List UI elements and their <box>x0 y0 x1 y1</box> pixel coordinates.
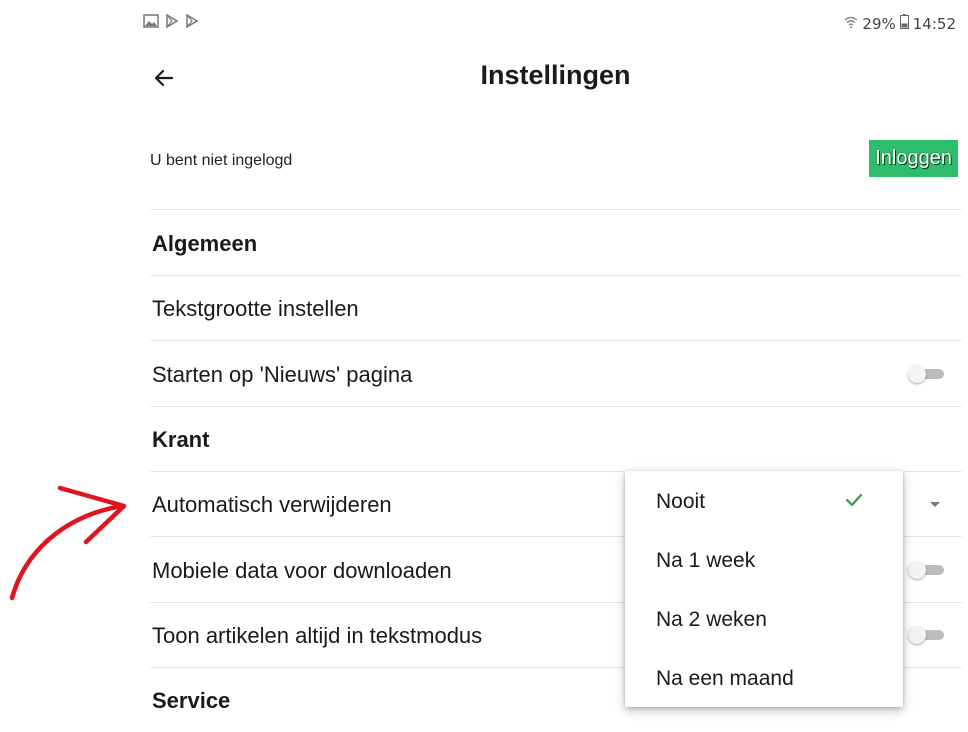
setting-text-size[interactable]: Tekstgrootte instellen <box>150 276 962 340</box>
chevron-down-icon[interactable] <box>930 502 940 507</box>
checkmark-icon <box>845 493 863 512</box>
battery-percentage: 29% <box>862 14 896 33</box>
mobile-data-toggle[interactable] <box>908 561 944 579</box>
section-header-general: Algemeen <box>150 211 962 275</box>
divider <box>150 340 962 341</box>
menu-item-label: Nooit <box>656 490 706 513</box>
play-store-icon <box>165 14 179 28</box>
setting-label: Starten op 'Nieuws' pagina <box>152 362 413 387</box>
wifi-icon <box>844 15 858 33</box>
app-bar: Instellingen <box>0 50 968 106</box>
menu-item-label: Na een maand <box>656 667 794 690</box>
login-status-text: U bent niet ingelogd <box>150 152 293 169</box>
setting-start-news[interactable]: Starten op 'Nieuws' pagina <box>150 342 962 406</box>
setting-label: Toon artikelen altijd in tekstmodus <box>152 623 483 648</box>
menu-item-label: Na 2 weken <box>656 608 767 631</box>
section-title: Algemeen <box>152 231 258 256</box>
text-mode-toggle[interactable] <box>908 626 944 644</box>
divider <box>150 209 962 210</box>
system-status: 29% 14:52 <box>844 14 956 33</box>
account-row: U bent niet ingelogd Inloggen <box>150 132 960 192</box>
toggle-thumb <box>908 626 926 644</box>
play-store-icon <box>185 14 199 28</box>
menu-item-label: Na 1 week <box>656 549 756 572</box>
toggle-thumb <box>908 365 926 383</box>
section-header-newspaper: Krant <box>150 407 962 471</box>
image-icon <box>143 14 159 28</box>
section-title: Service <box>152 688 231 713</box>
menu-item-month[interactable]: Na een maand <box>625 650 903 708</box>
auto-delete-menu: Nooit Na 1 week Na 2 weken Na een maand <box>625 471 903 707</box>
login-button[interactable]: Inloggen <box>869 140 958 177</box>
menu-item-2-weeks[interactable]: Na 2 weken <box>625 591 903 649</box>
notification-icons <box>143 14 199 28</box>
menu-item-nooit[interactable]: Nooit <box>625 473 903 531</box>
setting-label: Mobiele data voor downloaden <box>152 558 452 583</box>
setting-label: Tekstgrootte instellen <box>152 296 359 321</box>
status-bar: 29% 14:52 <box>0 0 968 44</box>
clock: 14:52 <box>912 14 956 33</box>
page-title: Instellingen <box>480 60 631 90</box>
battery-icon <box>899 14 909 33</box>
setting-label: Automatisch verwijderen <box>152 492 392 517</box>
annotation-arrow-icon <box>0 470 140 615</box>
toggle-thumb <box>908 561 926 579</box>
menu-item-1-week[interactable]: Na 1 week <box>625 532 903 590</box>
section-title: Krant <box>152 427 210 452</box>
start-news-toggle[interactable] <box>908 365 944 383</box>
